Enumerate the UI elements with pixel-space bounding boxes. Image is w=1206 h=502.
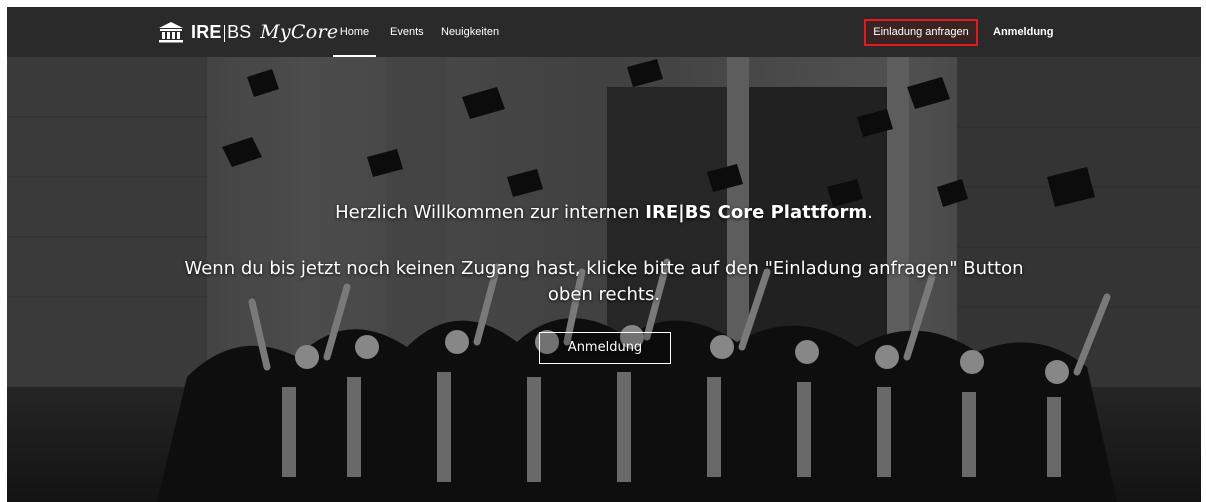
access-info-text: Wenn du bis jetzt noch keinen Zugang has… [184, 258, 1024, 305]
brand-name-light: BS [227, 21, 252, 42]
request-invitation-button[interactable]: Einladung anfragen [864, 19, 978, 46]
platform-name: IRE|BS Core Plattform [645, 202, 868, 223]
welcome-prefix: Herzlich Willkommen zur internen [335, 202, 646, 223]
active-tab-indicator [333, 55, 376, 57]
hero-login-button[interactable]: Anmeldung [539, 332, 671, 364]
nav-item-home-label: Home [339, 26, 370, 38]
brand-name-script: MyCore [260, 21, 339, 43]
nav-item-events[interactable]: Events [390, 7, 424, 57]
brand-divider [223, 24, 226, 42]
brand-logo[interactable]: IRE BS MyCore [158, 18, 338, 46]
nav-item-news[interactable]: Neuigkeiten [441, 7, 499, 57]
hero-section: Herzlich Willkommen zur internen IRE|BS … [7, 57, 1201, 502]
nav-item-home[interactable]: Home [333, 7, 376, 57]
brand-name-strong: IRE [191, 21, 222, 42]
navbar: IRE BS MyCore Home Events Neuigkeiten Ei… [7, 7, 1201, 57]
page: IRE BS MyCore Home Events Neuigkeiten Ei… [7, 7, 1201, 502]
building-icon [159, 22, 183, 43]
welcome-heading: Herzlich Willkommen zur internen IRE|BS … [7, 202, 1201, 223]
welcome-suffix: . [867, 202, 873, 223]
login-link[interactable]: Anmeldung [993, 7, 1054, 57]
